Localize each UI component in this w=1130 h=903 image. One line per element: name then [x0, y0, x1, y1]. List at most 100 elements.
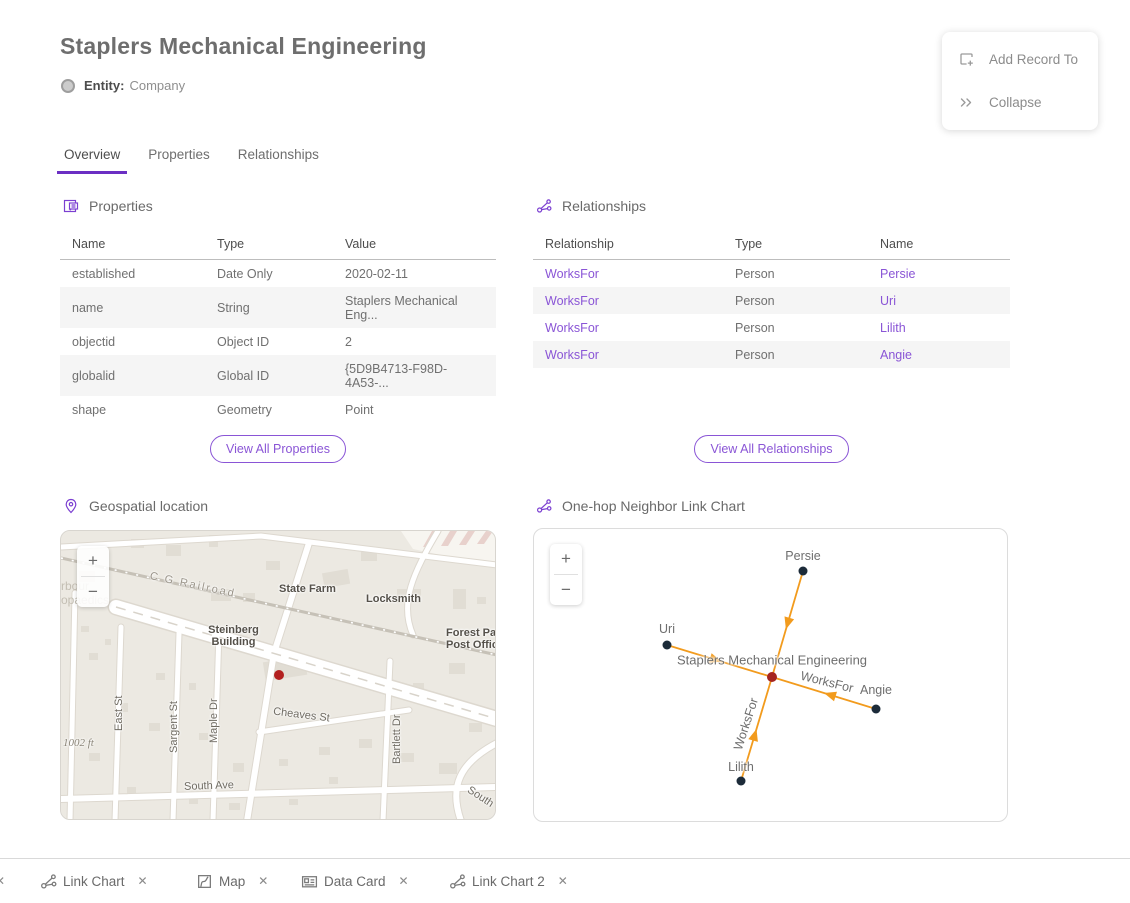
workspace-tab-label: Link Chart	[63, 874, 125, 889]
related-entity-link[interactable]: Angie	[880, 348, 912, 362]
property-type: Object ID	[205, 328, 333, 355]
property-value: Staplers Mechanical Eng...	[333, 287, 496, 328]
close-tab-icon[interactable]: ✕	[0, 874, 5, 888]
view-all-properties-button[interactable]: View All Properties	[210, 435, 346, 463]
table-header-row: Relationship Type Name	[533, 230, 1010, 260]
related-entity-link[interactable]: Uri	[880, 294, 896, 308]
property-name: shape	[60, 396, 205, 423]
zoom-in-button[interactable]: +	[77, 546, 109, 576]
menu-item-add-record-to[interactable]: Add Record To	[942, 38, 1098, 81]
collapse-icon	[958, 94, 975, 111]
workspace-tab-label: Map	[219, 874, 245, 889]
tab-overview[interactable]: Overview	[57, 141, 127, 174]
property-value: 2	[333, 328, 496, 355]
link-chart-icon	[536, 198, 552, 214]
entity-location-marker[interactable]	[274, 670, 284, 680]
properties-table: Name Type Value established Date Only 20…	[60, 230, 496, 423]
workspace-tab-label: Data Card	[324, 874, 386, 889]
workspace-tab-bar: ✕ Link Chart ✕ Map ✕ Dat	[0, 858, 1130, 903]
column-header: Value	[333, 230, 496, 260]
column-header: Name	[60, 230, 205, 260]
relationship-link[interactable]: WorksFor	[545, 348, 599, 362]
entity-badge: Entity: Company	[61, 78, 185, 93]
property-value: {5D9B4713-F98D-4A53-...	[333, 355, 496, 396]
section-title: Geospatial location	[89, 498, 208, 514]
relationships-section-header: Relationships	[536, 198, 646, 214]
relationship-type: Person	[723, 314, 868, 341]
property-name: globalid	[60, 355, 205, 396]
zoom-in-button[interactable]: +	[550, 544, 582, 574]
relationship-type: Person	[723, 287, 868, 314]
relationships-table: Relationship Type Name WorksFor Person P…	[533, 230, 1010, 368]
link-chart-panel[interactable]: Persie Uri Angie Lilith Staplers Mechani…	[533, 528, 1008, 822]
relationship-link[interactable]: WorksFor	[545, 294, 599, 308]
link-chart-zoom-control: + −	[550, 544, 582, 605]
column-header: Type	[723, 230, 868, 260]
tab-properties[interactable]: Properties	[141, 141, 217, 174]
related-entity-link[interactable]: Lilith	[880, 321, 906, 335]
relationship-type: Person	[723, 341, 868, 368]
property-name: name	[60, 287, 205, 328]
table-row: globalid Global ID {5D9B4713-F98D-4A53-.…	[60, 355, 496, 396]
close-tab-icon[interactable]: ✕	[138, 874, 148, 888]
link-chart-section-header: One-hop Neighbor Link Chart	[536, 498, 745, 514]
entity-label: Entity:	[84, 78, 124, 93]
property-value: Point	[333, 396, 496, 423]
entity-type-icon	[61, 79, 75, 93]
property-type: String	[205, 287, 333, 328]
property-type: Geometry	[205, 396, 333, 423]
table-row: WorksFor Person Persie	[533, 260, 1010, 288]
close-tab-icon[interactable]: ✕	[258, 874, 268, 888]
workspace-tab-link-chart[interactable]: Link Chart ✕	[40, 859, 148, 903]
geospatial-section-header: Geospatial location	[63, 498, 208, 514]
page-title: Staplers Mechanical Engineering	[60, 33, 427, 60]
column-header: Type	[205, 230, 333, 260]
table-row: shape Geometry Point	[60, 396, 496, 423]
table-row: objectid Object ID 2	[60, 328, 496, 355]
section-title: Relationships	[562, 198, 646, 214]
table-row: WorksFor Person Angie	[533, 341, 1010, 368]
related-entity-link[interactable]: Persie	[880, 267, 915, 281]
close-tab-icon[interactable]: ✕	[399, 874, 409, 888]
zoom-out-button[interactable]: −	[550, 575, 582, 605]
relationship-type: Person	[723, 260, 868, 288]
map-icon	[196, 873, 213, 890]
property-type: Global ID	[205, 355, 333, 396]
link-chart-icon	[536, 498, 552, 514]
view-all-relationships-button[interactable]: View All Relationships	[694, 435, 848, 463]
relationship-link[interactable]: WorksFor	[545, 321, 599, 335]
zoom-out-button[interactable]: −	[77, 577, 109, 607]
tab-relationships[interactable]: Relationships	[231, 141, 326, 174]
link-chart-canvas	[534, 529, 1008, 822]
property-name: objectid	[60, 328, 205, 355]
link-chart-icon	[449, 873, 466, 890]
table-row: name String Staplers Mechanical Eng...	[60, 287, 496, 328]
close-tab-icon[interactable]: ✕	[558, 874, 568, 888]
map-pin-icon	[63, 498, 79, 514]
properties-section-header: Properties	[63, 198, 153, 214]
menu-item-label: Add Record To	[989, 52, 1078, 67]
workspace-tab-link-chart-2[interactable]: Link Chart 2 ✕	[449, 859, 568, 903]
workspace-tab-map[interactable]: Map ✕	[196, 859, 268, 903]
workspace-tab-data-card[interactable]: Data Card ✕	[301, 859, 409, 903]
add-record-icon	[958, 51, 975, 68]
section-title: Properties	[89, 198, 153, 214]
card-tabs: Overview Properties Relationships	[57, 141, 326, 174]
table-row: established Date Only 2020-02-11	[60, 260, 496, 288]
right-column: Relationships Relationship Type Name Wor…	[533, 196, 1010, 856]
workspace-tab-label: Link Chart 2	[472, 874, 545, 889]
properties-icon	[63, 198, 79, 214]
link-chart-icon	[40, 873, 57, 890]
entity-type-value: Company	[129, 78, 185, 93]
left-column: Properties Name Type Value established D…	[60, 196, 496, 856]
property-value: 2020-02-11	[333, 260, 496, 288]
data-card-icon	[301, 873, 318, 890]
context-menu: Add Record To Collapse	[942, 32, 1098, 130]
section-title: One-hop Neighbor Link Chart	[562, 498, 745, 514]
table-row: WorksFor Person Lilith	[533, 314, 1010, 341]
property-name: established	[60, 260, 205, 288]
column-header: Relationship	[533, 230, 723, 260]
relationship-link[interactable]: WorksFor	[545, 267, 599, 281]
map-panel[interactable]: C G Railroad State Farm Locksmith Steinb…	[60, 530, 496, 820]
menu-item-collapse[interactable]: Collapse	[942, 81, 1098, 124]
